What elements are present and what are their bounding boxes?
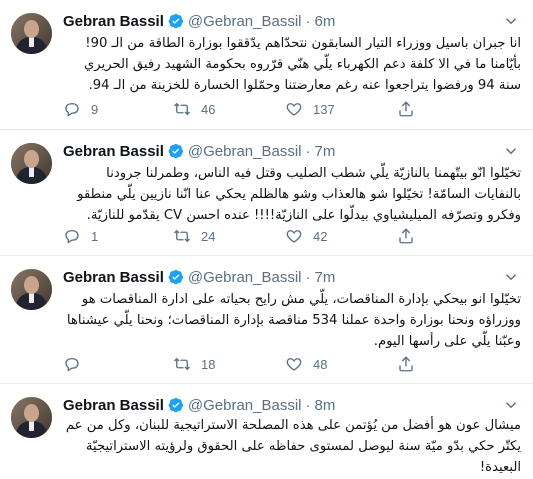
tweet-time[interactable]: 8m (315, 397, 336, 414)
reply-icon (65, 230, 79, 244)
retweet-icon (174, 102, 190, 116)
retweet-button[interactable]: 46 (173, 100, 215, 118)
like-button[interactable]: 48 (285, 355, 327, 373)
like-icon (286, 230, 302, 243)
author-name[interactable]: Gebran Bassil (63, 13, 164, 30)
tweet-header: Gebran Bassil @Gebran_Bassil · 7m (63, 141, 335, 161)
share-button[interactable] (397, 355, 415, 373)
reply-count: 1 (91, 228, 99, 244)
like-icon (286, 103, 302, 116)
more-icon[interactable] (502, 12, 520, 30)
tweet[interactable]: Gebran Bassil @Gebran_Bassil · 6m انا جب… (0, 0, 533, 130)
reply-count: 9 (91, 101, 99, 117)
tweet-header: Gebran Bassil @Gebran_Bassil · 6m (63, 11, 335, 31)
tweet[interactable]: Gebran Bassil @Gebran_Bassil · 7m تخيّلو… (0, 130, 533, 256)
separator-dot: · (305, 268, 311, 286)
retweet-count: 24 (201, 228, 216, 244)
like-count: 48 (313, 356, 328, 372)
retweet-icon (174, 357, 190, 371)
verified-badge-icon (168, 13, 183, 29)
like-count: 42 (313, 228, 328, 244)
author-handle[interactable]: @Gebran_Bassil (188, 397, 302, 414)
author-handle[interactable]: @Gebran_Bassil (188, 269, 302, 286)
tweet-text: تخيّلوا انّو بيتّهمنا بالنازيّة يلّي شطب… (77, 166, 521, 223)
more-icon[interactable] (502, 142, 520, 160)
tweet-text: ميشال عون هو أفضل من يُؤتمن على هذه المص… (65, 418, 521, 475)
avatar[interactable] (11, 13, 52, 54)
tweet[interactable]: Gebran Bassil @Gebran_Bassil · 8m ميشال … (0, 384, 533, 479)
like-button[interactable]: 42 (285, 227, 327, 245)
tweet-feed: Gebran Bassil @Gebran_Bassil · 6m انا جب… (0, 0, 533, 479)
share-icon (399, 101, 413, 117)
retweet-count: 46 (201, 101, 216, 117)
reply-icon (65, 103, 79, 117)
like-icon (286, 358, 302, 371)
tweet-time[interactable]: 7m (315, 269, 336, 286)
tweet-actions: 9 46 137 (63, 100, 503, 120)
reply-icon (65, 358, 79, 372)
like-button[interactable]: 137 (285, 100, 335, 118)
author-handle[interactable]: @Gebran_Bassil (188, 143, 302, 160)
tweet-header: Gebran Bassil @Gebran_Bassil · 8m (63, 395, 335, 415)
reply-button[interactable]: 9 (63, 100, 98, 118)
retweet-icon (174, 229, 190, 243)
share-button[interactable] (397, 227, 415, 245)
tweet-actions: 18 48 (63, 355, 503, 375)
retweet-button[interactable]: 24 (173, 227, 215, 245)
author-name[interactable]: Gebran Bassil (63, 269, 164, 286)
verified-badge-icon (168, 269, 183, 285)
author-handle[interactable]: @Gebran_Bassil (188, 13, 302, 30)
author-name[interactable]: Gebran Bassil (63, 143, 164, 160)
tweet-actions: 1 24 42 (63, 227, 503, 247)
separator-dot: · (305, 12, 311, 30)
tweet-text: تخيّلوا انو بيحكي بإدارة المناقصات، يلّي… (66, 292, 521, 349)
tweet-time[interactable]: 7m (315, 143, 336, 160)
retweet-button[interactable]: 18 (173, 355, 215, 373)
share-icon (399, 356, 413, 372)
share-button[interactable] (397, 100, 415, 118)
avatar[interactable] (11, 143, 52, 184)
reply-button[interactable] (63, 355, 91, 373)
separator-dot: · (305, 396, 311, 414)
tweet-header: Gebran Bassil @Gebran_Bassil · 7m (63, 267, 335, 287)
reply-button[interactable]: 1 (63, 227, 98, 245)
verified-badge-icon (168, 397, 183, 413)
share-icon (399, 228, 413, 244)
more-icon[interactable] (502, 268, 520, 286)
like-count: 137 (313, 101, 335, 117)
tweet-time[interactable]: 6m (315, 13, 336, 30)
more-icon[interactable] (502, 396, 520, 414)
retweet-count: 18 (201, 356, 216, 372)
tweet-text: انا جبران باسيل ووزراء التيار السابقون ن… (83, 36, 521, 93)
separator-dot: · (305, 142, 311, 160)
author-name[interactable]: Gebran Bassil (63, 397, 164, 414)
tweet[interactable]: Gebran Bassil @Gebran_Bassil · 7m تخيّلو… (0, 256, 533, 384)
avatar[interactable] (11, 269, 52, 310)
avatar[interactable] (11, 397, 52, 438)
verified-badge-icon (168, 143, 183, 159)
